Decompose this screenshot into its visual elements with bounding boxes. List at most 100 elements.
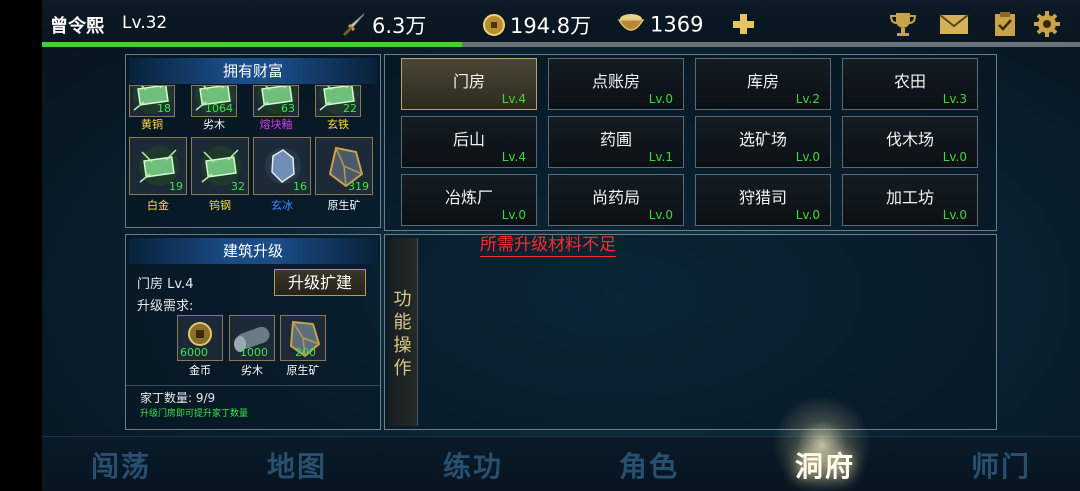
req-item-count: 200 xyxy=(295,346,316,359)
wealth-item[interactable]: 32 钨钢 xyxy=(191,137,249,212)
building-level: Lv.0 xyxy=(942,208,967,222)
wealth-item-name: 熔块釉 xyxy=(259,118,293,131)
building-name: 农田 xyxy=(893,72,926,91)
building-name: 门房 xyxy=(452,72,485,91)
wealth-item-name: 玄冰 xyxy=(271,199,293,212)
building-门房[interactable]: 门房 Lv.4 xyxy=(401,58,537,110)
plus-icon[interactable] xyxy=(728,10,758,38)
building-name: 药圃 xyxy=(599,130,632,149)
wealth-item-count: 22 xyxy=(343,102,357,115)
building-尚药局[interactable]: 尚药局 Lv.0 xyxy=(548,174,684,226)
building-伐木场[interactable]: 伐木场 Lv.0 xyxy=(842,116,978,168)
building-name: 库房 xyxy=(746,72,779,91)
screen-bezel xyxy=(0,0,42,491)
coin-value: 194.8万 xyxy=(510,14,592,38)
building-level: Lv.3 xyxy=(942,92,967,106)
upgrade-button[interactable]: 升级扩建 xyxy=(274,269,366,296)
upgrade-title: 建筑升级 xyxy=(129,238,377,264)
exp-bar-fill xyxy=(42,42,463,47)
wealth-item-name: 钨钢 xyxy=(209,199,231,212)
wealth-item[interactable]: 1064 劣木 xyxy=(191,75,237,133)
req-item-name: 劣木 xyxy=(241,364,263,377)
coin-display: 194.8万 xyxy=(482,10,591,42)
building-点账房[interactable]: 点账房 Lv.0 xyxy=(548,58,684,110)
wealth-item-count: 19 xyxy=(169,180,183,193)
selected-building: 门房 Lv.4 xyxy=(137,277,194,292)
buildings-panel: 门房 Lv.4 点账房 Lv.0 库房 Lv.2 农田 Lv.3 后山 Lv.4 药圃 Lv.1 选矿场… xyxy=(384,54,997,231)
building-农田[interactable]: 农田 Lv.3 xyxy=(842,58,978,110)
gear-icon[interactable] xyxy=(1032,10,1062,38)
wealth-item-name: 玄铁 xyxy=(327,118,349,131)
food-value: 1369 xyxy=(650,12,704,37)
sword-icon xyxy=(340,11,368,44)
bottom-nav: 闯荡地图练功角色洞府师门 xyxy=(42,436,1080,491)
building-冶炼厂[interactable]: 冶炼厂 Lv.0 xyxy=(401,174,537,226)
building-name: 冶炼厂 xyxy=(444,188,493,207)
wealth-item-name: 原生矿 xyxy=(327,199,361,212)
wealth-item[interactable]: 18 黄铜 xyxy=(129,75,175,133)
wealth-item-count: 63 xyxy=(281,102,295,115)
nav-tab[interactable]: 师门 xyxy=(941,445,1061,485)
wealth-item-name: 黄铜 xyxy=(141,118,163,131)
building-name: 狩猎司 xyxy=(738,188,787,207)
wealth-item-count: 18 xyxy=(157,102,171,115)
function-panel: 功 能 操 作 所需升级材料不足 xyxy=(384,234,997,430)
building-name: 后山 xyxy=(452,130,485,149)
upgrade-panel: 建筑升级 门房 Lv.4 升级扩建 升级需求: 6000 金币 1000 劣木 … xyxy=(125,234,381,430)
building-name: 选矿场 xyxy=(738,130,787,149)
building-狩猎司[interactable]: 狩猎司 Lv.0 xyxy=(695,174,831,226)
player-name: 曾令熙 xyxy=(50,16,104,37)
player-level: Lv.32 xyxy=(122,13,168,33)
food-display: 1369 xyxy=(616,10,703,41)
divider xyxy=(126,385,380,386)
wealth-item[interactable]: 319 原生矿 xyxy=(315,137,373,212)
function-tab[interactable]: 功 能 操 作 xyxy=(388,238,418,426)
building-name: 尚药局 xyxy=(591,188,640,207)
building-后山[interactable]: 后山 Lv.4 xyxy=(401,116,537,168)
wealth-item[interactable]: 22 玄铁 xyxy=(315,75,361,133)
building-level: Lv.0 xyxy=(795,150,820,164)
coin-icon xyxy=(482,13,506,42)
servant-count: 家丁数量: 9/9 xyxy=(140,391,216,405)
upgrade-hint: 升级门房即可提升家丁数量 xyxy=(140,409,249,419)
nav-tab[interactable]: 角色 xyxy=(589,445,709,485)
req-item-wood: 1000 劣木 xyxy=(229,315,275,377)
trophy-icon[interactable] xyxy=(888,10,918,38)
wealth-item-count: 1064 xyxy=(205,102,233,115)
nav-tab[interactable]: 练功 xyxy=(413,445,533,485)
building-加工坊[interactable]: 加工坊 Lv.0 xyxy=(842,174,978,226)
power-display: 6.3万 xyxy=(340,10,426,44)
building-level: Lv.0 xyxy=(648,208,673,222)
wealth-item-count: 32 xyxy=(231,180,245,193)
req-item-ore: 200 原生矿 xyxy=(280,315,326,377)
wealth-item-name: 白金 xyxy=(147,199,169,212)
function-label-char: 功 xyxy=(393,289,412,310)
building-库房[interactable]: 库房 Lv.2 xyxy=(695,58,831,110)
nav-tab[interactable]: 地图 xyxy=(237,445,357,485)
req-item-name: 原生矿 xyxy=(286,364,320,377)
rice-bowl-icon xyxy=(616,10,646,41)
clipboard-icon[interactable] xyxy=(990,10,1020,38)
active-tab-glow xyxy=(772,395,872,491)
building-药圃[interactable]: 药圃 Lv.1 xyxy=(548,116,684,168)
game-screen: 曾令熙 Lv.32 6.3万 194.8万 1369 拥有财富 18 黄铜 10… xyxy=(42,0,1080,491)
building-level: Lv.4 xyxy=(501,150,526,164)
building-level: Lv.4 xyxy=(501,92,526,106)
building-name: 点账房 xyxy=(591,72,640,91)
building-name: 伐木场 xyxy=(885,130,934,149)
wealth-panel: 拥有财富 18 黄铜 1064 劣木 63 熔块釉 22 玄铁 19 白金 32 钨钢 16 玄冰 319… xyxy=(125,54,381,228)
mail-icon[interactable] xyxy=(938,10,969,38)
wealth-item[interactable]: 16 玄冰 xyxy=(253,137,311,212)
req-item-count: 1000 xyxy=(240,346,268,359)
warning-text: 所需升级材料不足 xyxy=(480,235,616,257)
building-选矿场[interactable]: 选矿场 Lv.0 xyxy=(695,116,831,168)
nav-tab[interactable]: 闯荡 xyxy=(61,445,181,485)
power-value: 6.3万 xyxy=(372,14,427,38)
building-level: Lv.0 xyxy=(501,208,526,222)
wealth-item-count: 16 xyxy=(293,180,307,193)
function-label-char: 能 xyxy=(393,312,412,333)
wealth-item[interactable]: 63 熔块釉 xyxy=(253,75,299,133)
building-level: Lv.0 xyxy=(795,208,820,222)
wealth-item[interactable]: 19 白金 xyxy=(129,137,187,212)
wealth-item-name: 劣木 xyxy=(203,118,225,131)
